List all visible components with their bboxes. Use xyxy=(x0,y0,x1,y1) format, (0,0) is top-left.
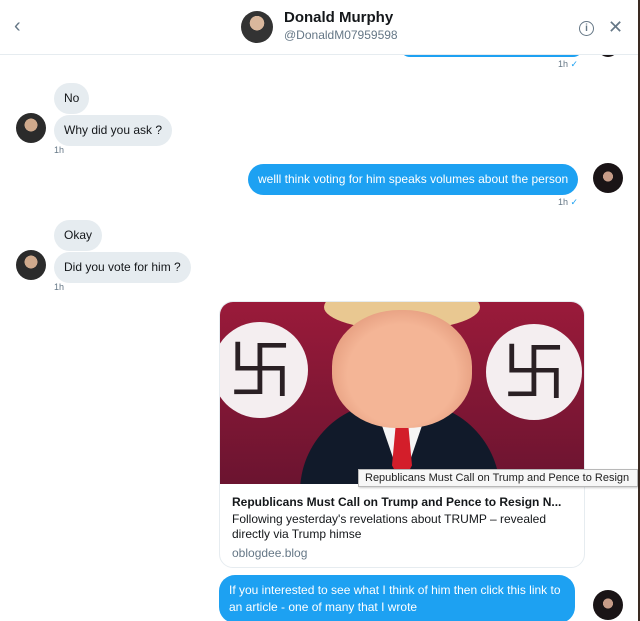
message-thread[interactable]: 1h ✓ No Why did you ask ? 1h welll think… xyxy=(0,43,638,621)
message-timestamp: 1h ✓ xyxy=(558,59,579,69)
link-preview-description[interactable]: Following yesterday's revelations about … xyxy=(232,512,568,542)
my-avatar[interactable] xyxy=(593,163,623,193)
link-tooltip: Republicans Must Call on Trump and Pence… xyxy=(358,469,639,487)
info-icon[interactable]: i xyxy=(579,21,594,36)
message-bubble-incoming[interactable]: Why did you ask ? xyxy=(54,115,173,146)
read-check-icon: ✓ xyxy=(570,197,579,207)
contact-handle[interactable]: @DonaldM07959598 xyxy=(284,28,398,42)
my-avatar[interactable] xyxy=(593,590,623,620)
message-bubble-incoming[interactable]: No xyxy=(54,83,90,114)
message-bubble-outgoing[interactable]: If you interested to see what I think of… xyxy=(219,575,575,621)
back-arrow-icon[interactable]: ‹ xyxy=(14,16,32,36)
contact-avatar[interactable] xyxy=(241,11,273,43)
message-bubble-incoming[interactable]: Okay xyxy=(54,220,103,251)
contact-message-avatar[interactable] xyxy=(16,113,46,143)
dm-window: ‹ Donald Murphy @DonaldM07959598 i ✕ 1h … xyxy=(0,0,638,621)
link-preview-image[interactable] xyxy=(220,302,584,484)
message-timestamp: 1h xyxy=(54,282,65,292)
message-timestamp: 1h ✓ xyxy=(558,197,579,207)
read-check-icon: ✓ xyxy=(570,59,579,69)
contact-message-avatar[interactable] xyxy=(16,250,46,280)
message-bubble-outgoing[interactable]: welll think voting for him speaks volume… xyxy=(248,164,579,195)
conversation-header: ‹ Donald Murphy @DonaldM07959598 i ✕ xyxy=(0,0,638,55)
message-bubble-incoming[interactable]: Did you vote for him ? xyxy=(54,252,191,283)
link-preview-title[interactable]: Republicans Must Call on Trump and Pence… xyxy=(232,495,561,509)
message-timestamp: 1h xyxy=(54,145,65,155)
close-icon[interactable]: ✕ xyxy=(608,17,623,37)
link-preview-card[interactable]: Republicans Must Call on Trump and Pence… xyxy=(219,301,585,568)
contact-name[interactable]: Donald Murphy xyxy=(284,9,393,26)
link-preview-domain[interactable]: oblogdee.blog xyxy=(232,546,307,560)
